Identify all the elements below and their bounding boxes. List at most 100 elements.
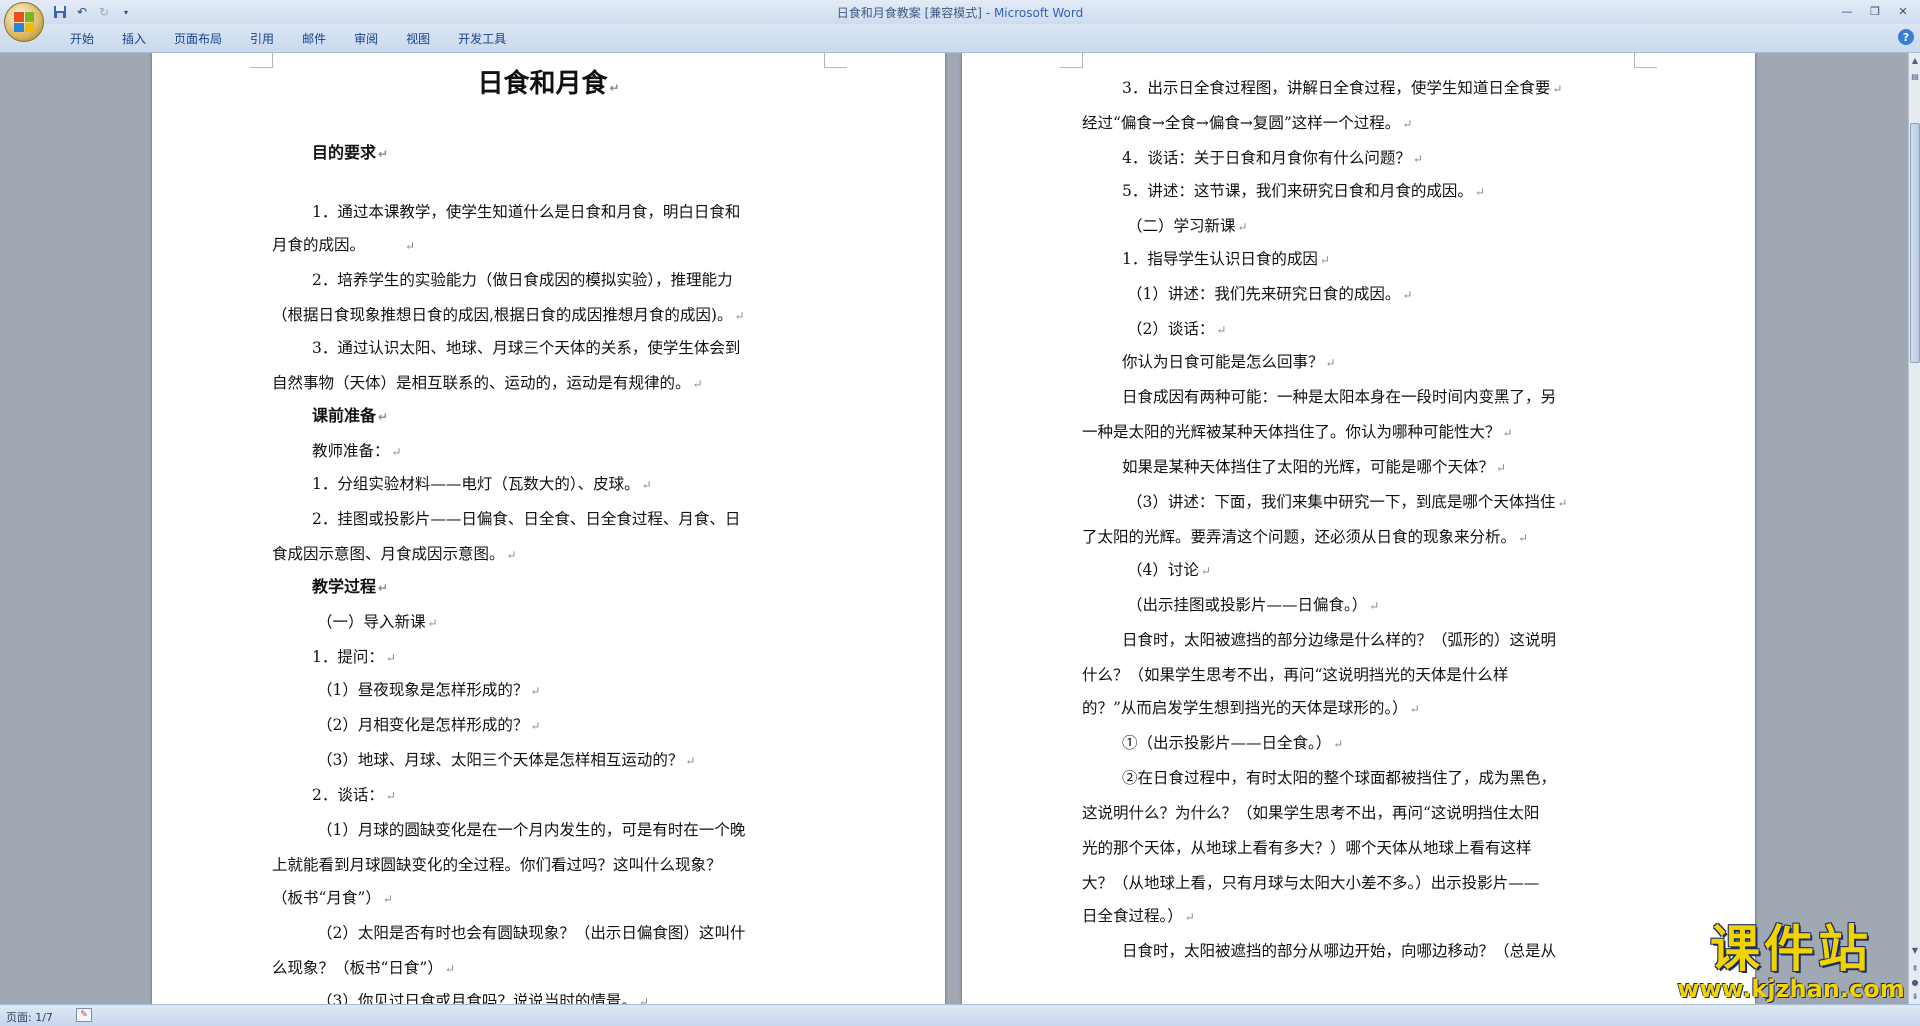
paragraph-text: 目的要求 (312, 143, 377, 162)
window-controls: — ❐ ✕ (1834, 2, 1916, 20)
paragraph-line: （3）你见过日食或月食吗？说说当时的情景。 ↵ (317, 990, 649, 1004)
paragraph-text: 1．通过本课教学，使学生知道什么是日食和月食，明白日食和 (312, 203, 741, 221)
paragraph-text: 2．挂图或投影片——日偏食、日全食、日全食过程、月食、日 (312, 510, 741, 528)
document-title-text: 日食和月食 (477, 69, 608, 99)
paragraph-mark-icon: ↵ (530, 719, 541, 733)
paragraph-mark-icon: ↵ (1518, 531, 1529, 545)
paragraph-line: 日食时，太阳被遮挡的部分从哪边开始，向哪边移动？（总是从 (1122, 940, 1556, 962)
document-workspace[interactable]: 日食和月食 ↵ 目的要求 ↵ 1．通过本课教学，使学生知道什么是日食和月食，明白日食和月… (0, 53, 1908, 1004)
paragraph-line: 的？”从而启发学生想到挡光的天体是球形的。） ↵ (1082, 697, 1420, 720)
paragraph-text: 3．出示日全食过程图，讲解日全食过程，使学生知道日全食要 (1122, 79, 1551, 97)
paragraph-mark-icon: ↵ (641, 478, 652, 492)
paragraph-line: 日食时，太阳被遮挡的部分边缘是什么样的？（弧形的）这说明 (1122, 629, 1556, 651)
select-browse-object-icon[interactable]: ● (1909, 975, 1920, 989)
tab-3[interactable]: 引用 (236, 24, 288, 52)
paragraph-text: 你认为日食可能是怎么回事？ (1122, 353, 1324, 371)
paragraph-text: 2．培养学生的实验能力（做日食成因的模拟实验），推理能力 (312, 271, 733, 289)
paragraph-mark-icon: ↵ (1502, 426, 1513, 440)
next-page-icon[interactable]: ⇟ (1909, 989, 1920, 1003)
paragraph-line: 5．讲述：这节课，我们来研究日食和月食的成因。 ↵ (1122, 180, 1485, 203)
paragraph-line: 经过“偏食→全食→偏食→复圆”这样一个过程。 ↵ (1082, 112, 1412, 135)
document-title: 日食和月食 ↵ (272, 71, 825, 99)
paragraph-text: 1．分组实验材料——电灯（瓦数大的）、皮球。 (312, 475, 640, 493)
window-title: 日食和月食教案 [兼容模式] - Microsoft Word (0, 4, 1920, 21)
paragraph-line: 自然事物（天体）是相互联系的、运动的，运动是有规律的。 ↵ (272, 372, 703, 395)
crop-mark (824, 53, 847, 68)
paragraph-text: （4）讨论 (1127, 561, 1199, 579)
paragraph-text: 5．讲述：这节课，我们来研究日食和月食的成因。 (1122, 182, 1473, 200)
paragraph-mark-icon: ↵ (685, 754, 696, 768)
crop-mark (1634, 53, 1657, 68)
paragraph-text: （出示挂图或投影片——日偏食。） (1127, 596, 1368, 614)
tab-4[interactable]: 邮件 (288, 24, 340, 52)
tab-2[interactable]: 页面布局 (160, 24, 236, 52)
office-button[interactable] (4, 2, 44, 42)
paragraph-line: 2．挂图或投影片——日偏食、日全食、日全食过程、月食、日 (312, 508, 740, 530)
paragraph-text: 月食的成因。 (272, 236, 366, 254)
paragraph-line: （板书“月食”） ↵ (272, 887, 393, 910)
paragraph-mark-icon: ↵ (692, 377, 703, 391)
crop-mark (250, 53, 273, 68)
paragraph-mark-icon: ↵ (1402, 288, 1413, 302)
paragraph-line: （1）昼夜现象是怎样形成的？ ↵ (317, 679, 540, 702)
app-name: Microsoft Word (993, 6, 1084, 20)
paragraph-text: 如果是某种天体挡住了太阳的光辉，可能是哪个天体？ (1122, 458, 1495, 476)
paragraph-text: （2）谈话： (1127, 320, 1215, 338)
paragraph-line: （1）讲述：我们先来研究日食的成因。 ↵ (1127, 283, 1412, 306)
paragraph-line: （3）讲述：下面，我们来集中研究一下，到底是哪个天体挡住 ↵ (1127, 491, 1567, 514)
tab-7[interactable]: 开发工具 (444, 24, 520, 52)
title-bar: ↶ ↻ ▾ 日食和月食教案 [兼容模式] - Microsoft Word — … (0, 0, 1920, 25)
vertical-scrollbar[interactable]: ▲ ▤ ▼ ⇞ ● ⇟ (1908, 53, 1920, 1004)
paragraph-text: 1．提问： (312, 648, 384, 666)
paragraph-text: （一）导入新课 (317, 613, 426, 631)
ruler-toggle-icon[interactable]: ▤ (1909, 69, 1920, 83)
paragraph-mark-icon: ↵ (1496, 461, 1507, 475)
paragraph-line: （2）太阳是否有时也会有圆缺现象？（出示日偏食图）这叫什 (317, 922, 745, 944)
minimize-icon[interactable]: — (1834, 2, 1860, 20)
document-page-1[interactable]: 日食和月食 ↵ 目的要求 ↵ 1．通过本课教学，使学生知道什么是日食和月食，明白日食和月… (152, 53, 945, 1004)
section-heading: 教学过程 ↵ (312, 576, 388, 599)
paragraph-text: （根据日食现象推想日食的成因,根据日食的成因推想月食的成因)。 (272, 306, 733, 324)
paragraph-text: （3）地球、月球、太阳三个天体是怎样相互运动的？ (317, 751, 684, 769)
paragraph-mark-icon: ↵ (1325, 356, 1336, 370)
document-page-2[interactable]: 3．出示日全食过程图，讲解日全食过程，使学生知道日全食要 ↵ 经过“偏食→全食→偏食… (962, 53, 1755, 1004)
paragraph-text: （1）月球的圆缺变化是在一个月内发生的，可是有时在一个晚 (317, 821, 746, 839)
paragraph-text: 光的那个天体，从地球上看有多大？）哪个天体从地球上看有这样 (1082, 839, 1532, 857)
paragraph-line: 一种是太阳的光辉被某种天体挡住了。你认为哪种可能性大？ ↵ (1082, 421, 1513, 444)
paragraph-line: 大？（从地球上看，只有月球与太阳大小差不多。）出示投影片—— (1082, 872, 1539, 894)
tab-1[interactable]: 插入 (108, 24, 160, 52)
tab-5[interactable]: 审阅 (340, 24, 392, 52)
paragraph-line: 日全食过程。） ↵ (1082, 905, 1195, 928)
section-heading: 目的要求 ↵ (312, 142, 388, 165)
crop-mark (1060, 53, 1083, 68)
paragraph-mark-icon: ↵ (385, 789, 396, 803)
paragraph-text: （1）讲述：我们先来研究日食的成因。 (1127, 285, 1401, 303)
paragraph-mark-icon: ↵ (1557, 496, 1568, 510)
page-indicator[interactable]: 页面: 1/7 (6, 1009, 53, 1025)
paragraph-mark-icon: ↵ (530, 684, 541, 698)
paragraph-mark-icon: ↵ (378, 147, 389, 161)
paragraph-text: 么现象？（板书“日食”） (272, 959, 443, 977)
paragraph-text: 3．通过认识太阳、地球、月球三个天体的关系，使学生体会到 (312, 339, 741, 357)
paragraph-line: 教师准备： ↵ (312, 440, 402, 463)
tab-0[interactable]: 开始 (56, 24, 108, 52)
paragraph-line: （2）谈话： ↵ (1127, 318, 1226, 341)
paragraph-mark-icon: ↵ (1184, 910, 1195, 924)
paragraph-line: （一）导入新课 ↵ (317, 611, 438, 634)
restore-icon[interactable]: ❐ (1862, 2, 1888, 20)
proofing-icon[interactable]: ✎ (76, 1008, 92, 1022)
scroll-thumb[interactable] (1910, 123, 1920, 363)
help-icon[interactable]: ? (1898, 29, 1914, 45)
paragraph-text: 日食成因有两种可能：一种是太阳本身在一段时间内变黑了，另 (1122, 388, 1557, 406)
tab-6[interactable]: 视图 (392, 24, 444, 52)
paragraph-text: 这说明什么？为什么？（如果学生思考不出，再问“这说明挡住太阳 (1082, 804, 1540, 822)
paragraph-text: （1）昼夜现象是怎样形成的？ (317, 681, 529, 699)
paragraph-mark-icon: ↵ (1409, 702, 1420, 716)
paragraph-line: 1．分组实验材料——电灯（瓦数大的）、皮球。 ↵ (312, 473, 652, 496)
paragraph-line: 什么？（如果学生思考不出，再问“这说明挡光的天体是什么样 (1082, 664, 1508, 686)
paragraph-mark-icon: ↵ (405, 239, 416, 253)
scroll-down-icon[interactable]: ▼ (1909, 943, 1920, 957)
previous-page-icon[interactable]: ⇞ (1909, 961, 1920, 975)
close-icon[interactable]: ✕ (1890, 2, 1916, 20)
scroll-up-icon[interactable]: ▲ (1909, 53, 1920, 67)
